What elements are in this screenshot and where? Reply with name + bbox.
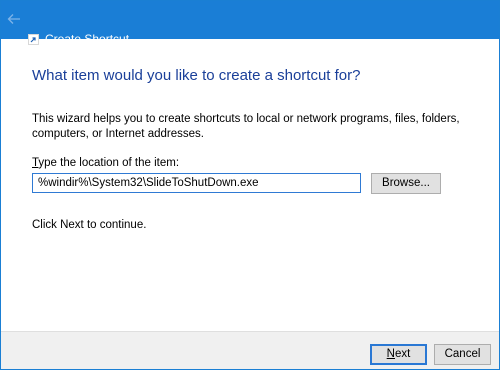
label-text: ype the location of the item:	[38, 157, 180, 169]
location-input[interactable]	[32, 173, 361, 193]
next-access-key: N	[386, 348, 395, 360]
wizard-description: This wizard helps you to create shortcut…	[32, 113, 460, 140]
create-shortcut-window: Create Shortcut What item would you like…	[0, 0, 500, 370]
continue-instruction: Click Next to continue.	[32, 219, 147, 231]
next-label-rest: ext	[394, 348, 411, 360]
location-field-label: Type the location of the item:	[32, 157, 179, 169]
page-heading: What item would you like to create a sho…	[32, 67, 361, 84]
next-button[interactable]: Next	[370, 344, 427, 365]
back-arrow-icon[interactable]	[5, 10, 23, 28]
browse-button[interactable]: Browse...	[371, 173, 441, 194]
window-title: Create Shortcut	[45, 32, 130, 46]
shortcut-app-icon	[28, 34, 39, 45]
cancel-button[interactable]: Cancel	[434, 344, 491, 365]
